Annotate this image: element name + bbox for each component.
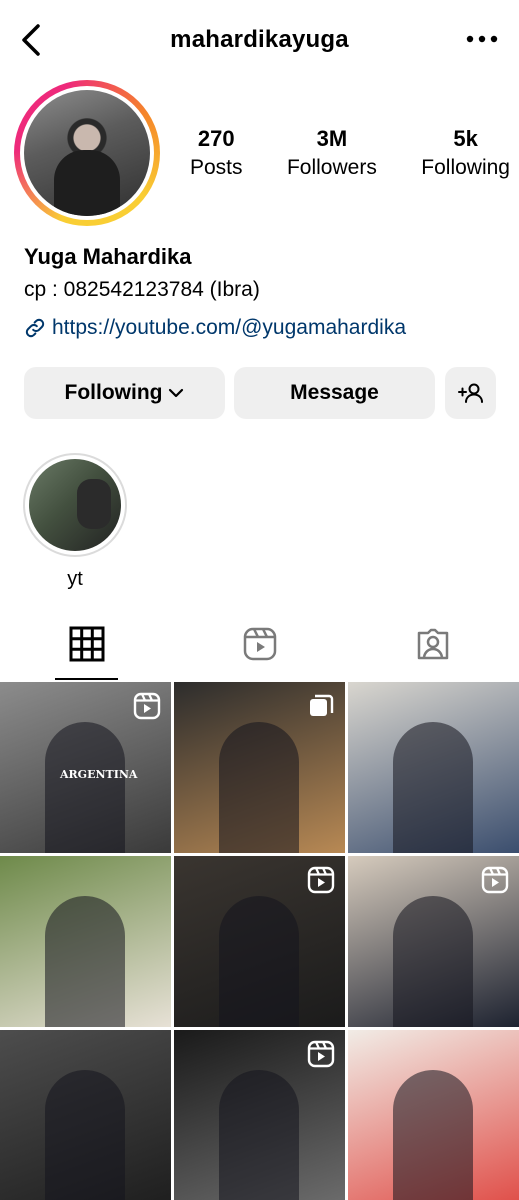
post-tile[interactable]: [348, 856, 519, 1027]
grid-icon: [69, 626, 104, 662]
post-subject: [393, 722, 473, 853]
post-subject: [219, 722, 299, 853]
posts-count[interactable]: 270 Posts: [190, 126, 243, 180]
more-options-button[interactable]: [465, 28, 499, 50]
following-button[interactable]: Following: [24, 367, 225, 419]
followers-count[interactable]: 3M Followers: [287, 126, 377, 180]
stat-label: Following: [421, 156, 510, 179]
post-subject: [393, 1070, 473, 1200]
post-tile[interactable]: [348, 1030, 519, 1200]
post-tile[interactable]: [174, 682, 345, 853]
post-subject: [45, 1070, 125, 1200]
profile-link-text: https://youtube.com/@yugamahardika: [52, 316, 407, 339]
profile-stats: 270 Posts 3M Followers 5k Following: [190, 126, 510, 180]
tab-tagged[interactable]: [346, 608, 519, 680]
post-tile[interactable]: [174, 856, 345, 1027]
avatar-photo: [24, 90, 150, 216]
profile-tabs: [0, 608, 519, 680]
stat-label: Followers: [286, 156, 377, 179]
reel-icon: [307, 866, 335, 894]
profile-link[interactable]: https://youtube.com/@yugamahardika: [24, 316, 406, 340]
highlight-cover: [29, 459, 121, 551]
reel-icon: [133, 692, 161, 720]
stat-label: Posts: [190, 156, 243, 179]
stat-value: 5k: [453, 126, 478, 151]
message-label: Message: [290, 381, 379, 404]
link-icon: [25, 318, 45, 338]
following-label: Following: [64, 381, 163, 404]
post-tile[interactable]: [0, 1030, 171, 1200]
tagged-icon: [417, 628, 448, 660]
suggested-users-button[interactable]: [445, 367, 496, 419]
tab-reels[interactable]: [173, 608, 346, 680]
message-button[interactable]: Message: [234, 367, 435, 419]
post-subject: [219, 1070, 299, 1200]
stat-value: 3M: [316, 126, 348, 151]
profile-username: mahardikayuga: [170, 26, 349, 53]
post-tile[interactable]: ARGENTINA: [0, 682, 171, 853]
carousel-icon: [307, 692, 335, 720]
tab-posts-grid[interactable]: [0, 608, 173, 680]
reel-icon: [307, 1040, 335, 1068]
add-user-icon: [457, 383, 483, 403]
story-highlight[interactable]: [23, 453, 127, 557]
post-shirt-text: ARGENTINA: [60, 768, 138, 781]
chevron-down-icon: [169, 388, 184, 398]
post-tile[interactable]: [348, 682, 519, 853]
reel-icon: [481, 866, 509, 894]
stat-value: 270: [197, 126, 235, 151]
more-icon: [466, 35, 498, 43]
posts-grid: ARGENTINA: [0, 682, 519, 1200]
post-subject: [393, 896, 473, 1027]
following-count[interactable]: 5k Following: [421, 126, 510, 180]
profile-bio: cp : 082542123784 (Ibra): [24, 278, 260, 301]
top-bar: mahardikayuga: [0, 0, 519, 82]
profile-avatar[interactable]: [14, 80, 160, 226]
post-subject: [219, 896, 299, 1027]
highlight-label: yt: [67, 568, 83, 590]
post-subject: [45, 722, 125, 853]
post-subject: [45, 896, 125, 1027]
profile-name: Yuga Mahardika: [24, 244, 192, 269]
reels-icon: [243, 627, 276, 661]
post-tile[interactable]: [0, 856, 171, 1027]
post-tile[interactable]: [174, 1030, 345, 1200]
